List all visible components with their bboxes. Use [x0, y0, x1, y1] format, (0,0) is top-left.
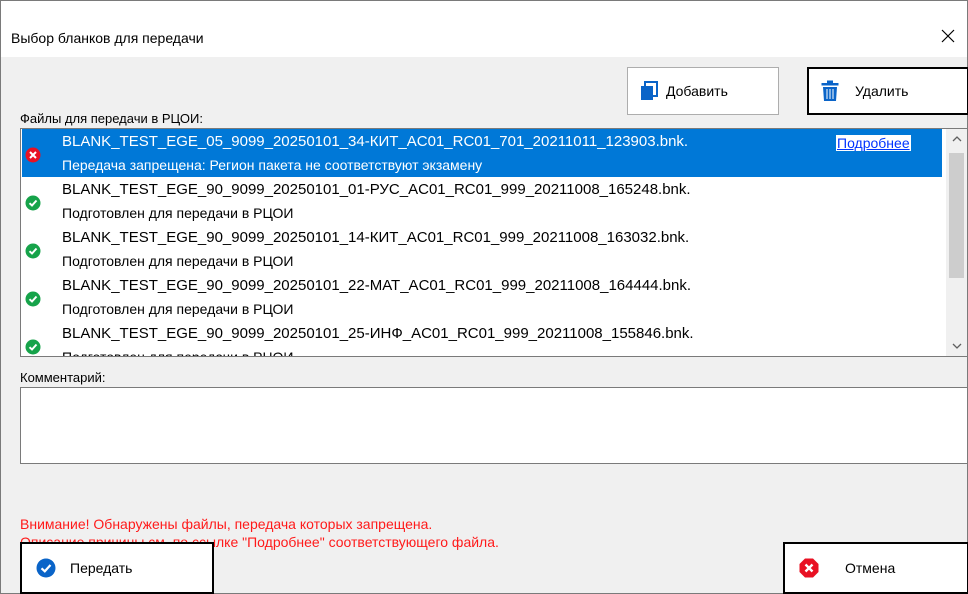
send-button-label: Передать [70, 560, 133, 576]
comment-field[interactable] [20, 387, 968, 464]
comment-label: Комментарий: [20, 370, 106, 385]
chevron-up-icon [952, 136, 961, 142]
scroll-up-button[interactable] [946, 130, 967, 148]
file-name: BLANK_TEST_EGE_90_9099_20250101_22-МАТ_A… [62, 277, 692, 294]
files-label: Файлы для передачи в РЦОИ: [20, 111, 203, 126]
file-name: BLANK_TEST_EGE_90_9099_20250101_25-ИНФ_A… [62, 325, 694, 342]
file-status: Подготовлен для передачи в РЦОИ [62, 301, 294, 317]
delete-button-label: Удалить [855, 83, 909, 99]
cancel-button-label: Отмена [845, 560, 896, 576]
file-status: Подготовлен для передачи в РЦОИ [62, 205, 294, 221]
check-circle-icon [36, 558, 56, 578]
window-title: Выбор бланков для передачи [11, 30, 204, 46]
file-status: Передача запрещена: Регион пакета не соо… [62, 157, 483, 173]
file-status: Подготовлен для передачи в РЦОИ [62, 253, 294, 269]
list-item[interactable]: BLANK_TEST_EGE_05_9099_20250101_34-КИТ_A… [22, 129, 942, 177]
scrollbar-thumb[interactable] [949, 153, 964, 278]
transfer-dialog: Выбор бланков для передачи Добавить Удал… [0, 0, 968, 594]
close-button[interactable] [929, 21, 967, 51]
check-icon [25, 339, 41, 355]
title-bar: Выбор бланков для передачи [1, 1, 967, 57]
file-name: BLANK_TEST_EGE_90_9099_20250101_14-КИТ_A… [62, 229, 690, 246]
file-name: BLANK_TEST_EGE_05_9099_20250101_34-КИТ_A… [62, 133, 689, 150]
check-icon [25, 195, 41, 211]
details-link[interactable]: Подробнее [836, 135, 911, 151]
close-icon [941, 29, 955, 43]
delete-button[interactable]: Удалить [807, 67, 968, 115]
check-icon [25, 291, 41, 307]
send-button[interactable]: Передать [20, 542, 214, 594]
list-item[interactable]: BLANK_TEST_EGE_90_9099_20250101_14-КИТ_A… [22, 225, 942, 273]
add-file-icon [640, 81, 658, 101]
check-icon [25, 243, 41, 259]
add-button-label: Добавить [666, 83, 728, 99]
cancel-button[interactable]: Отмена [783, 542, 968, 594]
scroll-down-button[interactable] [946, 337, 967, 355]
add-button[interactable]: Добавить [627, 67, 779, 115]
file-name: BLANK_TEST_EGE_90_9099_20250101_01-РУС_A… [62, 181, 691, 198]
cancel-icon [799, 558, 819, 578]
trash-icon [821, 80, 839, 102]
error-icon [25, 147, 41, 163]
list-item[interactable]: BLANK_TEST_EGE_90_9099_20250101_01-РУС_A… [22, 177, 942, 225]
list-item[interactable]: BLANK_TEST_EGE_90_9099_20250101_25-ИНФ_A… [22, 321, 942, 357]
file-status: Подготовлен для передачи в РЦОИ [62, 349, 294, 357]
list-item[interactable]: BLANK_TEST_EGE_90_9099_20250101_22-МАТ_A… [22, 273, 942, 321]
files-list[interactable]: BLANK_TEST_EGE_05_9099_20250101_34-КИТ_A… [20, 128, 968, 357]
vertical-scrollbar[interactable] [946, 129, 967, 356]
chevron-down-icon [952, 343, 961, 349]
warning-text-line1: Внимание! Обнаружены файлы, передача кот… [20, 516, 433, 532]
